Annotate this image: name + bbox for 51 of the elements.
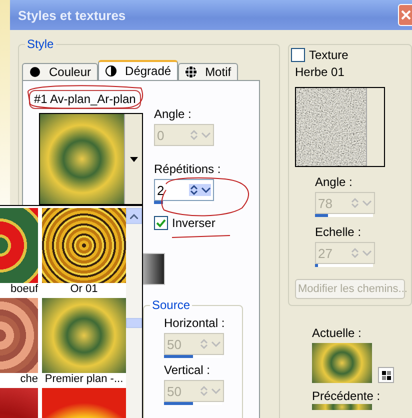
grid-icon: [382, 370, 390, 380]
swap-button[interactable]: [378, 367, 394, 383]
spin-arrows-icon: [199, 338, 221, 350]
gradient-swatch[interactable]: [0, 298, 38, 373]
annotation-underline: [172, 235, 230, 238]
caret-icon: [130, 156, 138, 162]
window-title: Styles et textures: [18, 8, 126, 22]
group-legend: Style: [25, 37, 56, 51]
field-label: Angle :: [315, 175, 354, 189]
spin-arrows-icon: [189, 184, 211, 196]
close-button[interactable]: [398, 4, 412, 26]
current-gradient-swatch: [312, 343, 372, 383]
gradient-name-field[interactable]: #1 Av-plan_Ar-plan: [29, 90, 141, 109]
field-label: Répétitions :: [154, 162, 221, 176]
caret-icon: [130, 214, 138, 218]
spin-arrows-icon: [350, 247, 372, 259]
checkbox[interactable]: [154, 216, 168, 230]
gradient-label: Or 01: [70, 283, 98, 297]
group-legend: Source: [150, 298, 192, 312]
spin-arrows-icon: [199, 385, 221, 397]
half-circle-icon: [105, 65, 118, 77]
gradient-swatch[interactable]: [42, 298, 126, 373]
gradient-label: Premier plan -...: [44, 373, 124, 387]
scroll-up-button[interactable]: [126, 208, 142, 224]
spin-field[interactable]: 2: [154, 179, 214, 201]
previous-gradient-swatch: [312, 404, 372, 410]
invert-checkbox[interactable]: Inverser: [154, 216, 221, 230]
previous-label: Précédente :: [312, 389, 382, 403]
circle-icon: [29, 66, 41, 78]
gradient-label: boeuf: [10, 283, 38, 297]
scroll-thumb[interactable]: [126, 318, 142, 328]
field-label: Echelle :: [315, 225, 362, 239]
field-label: Horizontal :: [164, 316, 226, 330]
field-label: Angle :: [154, 107, 192, 121]
checkbox[interactable]: [291, 48, 305, 62]
check-icon: [156, 218, 166, 228]
spin-arrows-icon: [189, 129, 211, 141]
gradient-label: che: [20, 373, 38, 387]
texture-name: Herbe 01: [295, 65, 346, 79]
tab[interactable]: Dégradé: [98, 60, 178, 80]
current-label: Actuelle :: [312, 326, 362, 340]
gradient-swatch[interactable]: [42, 208, 126, 283]
spin-arrows-icon: [350, 197, 372, 209]
close-icon: [400, 10, 410, 20]
grid-icon: [185, 66, 198, 78]
tab[interactable]: Motif: [178, 63, 238, 80]
tab[interactable]: Couleur: [22, 63, 98, 80]
texture-checkbox[interactable]: Texture: [289, 48, 350, 62]
field-label: Vertical :: [164, 363, 212, 377]
gradient-swatch[interactable]: [0, 208, 38, 283]
scrollbar[interactable]: [126, 206, 142, 418]
